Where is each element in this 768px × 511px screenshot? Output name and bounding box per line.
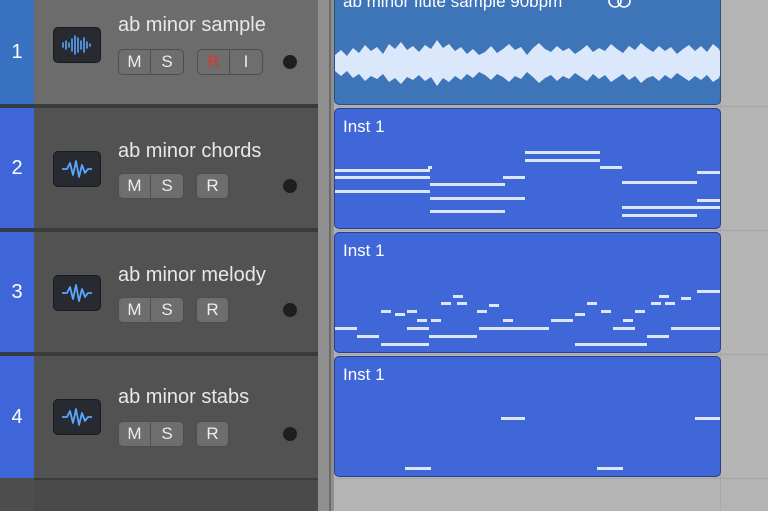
mute-button[interactable]: M xyxy=(118,297,151,323)
record-enable-button[interactable]: R xyxy=(196,421,229,447)
mute-button[interactable]: M xyxy=(118,173,151,199)
track-header-2[interactable]: ab minor chords M S R xyxy=(34,108,319,230)
audio-region[interactable]: ab minor flute sample 90bpm xyxy=(334,0,721,105)
track-name[interactable]: ab minor stabs xyxy=(118,386,249,409)
software-instrument-icon xyxy=(53,151,101,187)
region-label: Inst 1 xyxy=(343,365,385,384)
record-group: R xyxy=(196,173,229,199)
solo-button[interactable]: S xyxy=(151,421,184,447)
track-number-3[interactable]: 3 xyxy=(0,232,34,354)
audio-waveform xyxy=(335,40,720,86)
record-enable-button[interactable]: R xyxy=(196,297,229,323)
track-activity-indicator xyxy=(283,303,297,317)
arrange-area[interactable]: ab minor flute sample 90bpm Inst 1 Inst … xyxy=(334,0,768,511)
record-enable-button[interactable]: R xyxy=(197,49,230,75)
track-name[interactable]: ab minor sample xyxy=(118,14,266,37)
track-header-4[interactable]: ab minor stabs M S R xyxy=(34,356,319,478)
audio-waveform-icon xyxy=(53,27,101,63)
track-name[interactable]: ab minor melody xyxy=(118,264,266,287)
midi-region-chords[interactable]: Inst 1 xyxy=(334,108,721,229)
mute-solo-group: M S xyxy=(118,173,184,199)
solo-button[interactable]: S xyxy=(151,49,184,75)
track-number-column: 1 2 3 4 xyxy=(0,0,34,511)
region-label: ab minor flute sample 90bpm xyxy=(343,0,563,11)
record-input-group: R I xyxy=(197,49,263,75)
track-number-1[interactable]: 1 xyxy=(0,0,34,106)
track-header-1[interactable]: ab minor sample M S R I xyxy=(34,0,319,106)
software-instrument-icon xyxy=(53,399,101,435)
track-activity-indicator xyxy=(283,427,297,441)
mute-solo-group: M S xyxy=(118,49,184,75)
empty-header-area xyxy=(34,478,319,511)
mute-solo-group: M S xyxy=(118,421,184,447)
software-instrument-icon xyxy=(53,275,101,311)
solo-button[interactable]: S xyxy=(151,173,184,199)
solo-button[interactable]: S xyxy=(151,297,184,323)
midi-region-stabs[interactable]: Inst 1 xyxy=(334,356,721,477)
mute-button[interactable]: M xyxy=(118,49,151,75)
record-enable-button[interactable]: R xyxy=(196,173,229,199)
mute-button[interactable]: M xyxy=(118,421,151,447)
record-group: R xyxy=(196,421,229,447)
track-activity-indicator xyxy=(283,179,297,193)
input-monitoring-button[interactable]: I xyxy=(230,49,263,75)
region-label: Inst 1 xyxy=(343,117,385,136)
track-activity-indicator xyxy=(283,55,297,69)
track-number-4[interactable]: 4 xyxy=(0,356,34,478)
mute-solo-group: M S xyxy=(118,297,184,323)
empty-track-area xyxy=(0,478,34,511)
track-list-divider[interactable] xyxy=(318,0,334,511)
track-name[interactable]: ab minor chords xyxy=(118,140,261,163)
loop-icon xyxy=(608,0,631,8)
midi-region-melody[interactable]: Inst 1 xyxy=(334,232,721,353)
track-header-3[interactable]: ab minor melody M S R xyxy=(34,232,319,354)
record-group: R xyxy=(196,297,229,323)
track-number-2[interactable]: 2 xyxy=(0,108,34,230)
region-label: Inst 1 xyxy=(343,241,385,260)
